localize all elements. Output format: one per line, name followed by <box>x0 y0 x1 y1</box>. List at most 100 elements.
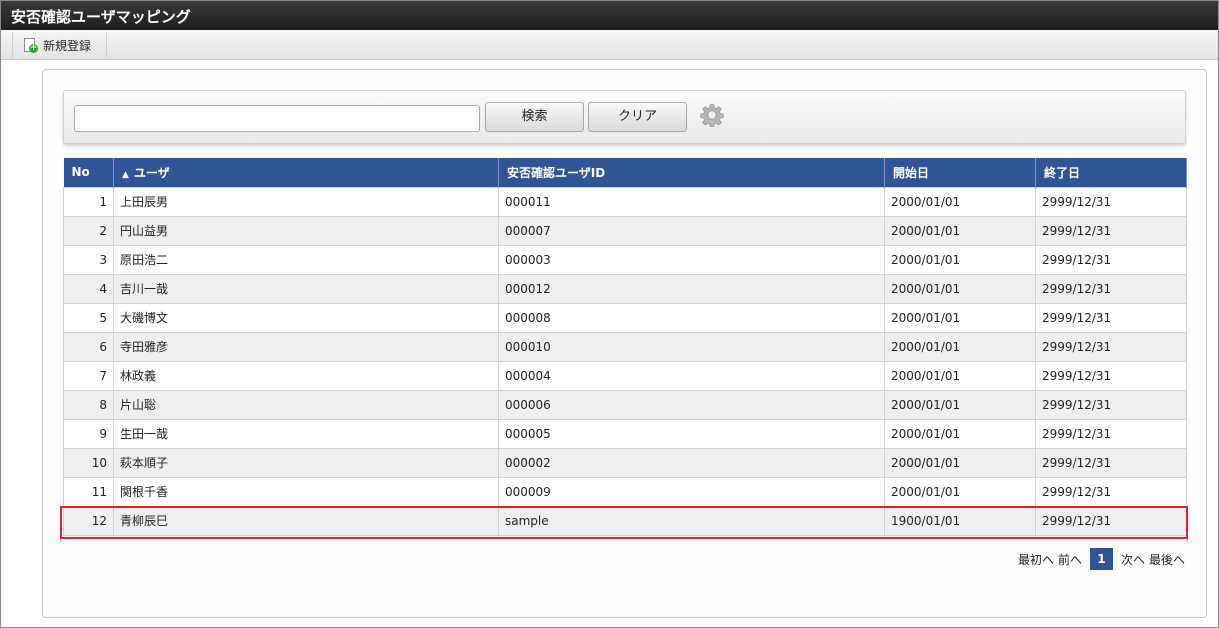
column-header-end-date[interactable]: 終了日 <box>1035 158 1187 187</box>
cell-end-date: 2999/12/31 <box>1035 476 1187 507</box>
cell-anpi-id: 000004 <box>498 360 885 391</box>
cell-start-date: 2000/01/01 <box>884 302 1036 333</box>
cell-start-date: 2000/01/01 <box>884 215 1036 246</box>
search-input[interactable] <box>74 105 480 132</box>
cell-start-date: 2000/01/01 <box>884 244 1036 275</box>
table-row[interactable]: 4 吉川一哉 000012 2000/01/01 2999/12/31 <box>63 273 1187 304</box>
cell-anpi-id: 000003 <box>498 244 885 275</box>
table-row[interactable]: 8 片山聡 000006 2000/01/01 2999/12/31 <box>63 389 1187 420</box>
cell-user[interactable]: 生田一哉 <box>113 418 499 449</box>
search-button[interactable]: 検索 <box>485 102 584 132</box>
cell-no: 11 <box>63 476 114 507</box>
column-header-user[interactable]: ▲ ユーザ <box>113 158 499 187</box>
new-document-icon: + <box>23 37 38 53</box>
cell-user[interactable]: 林政義 <box>113 360 499 391</box>
column-header-no[interactable]: No <box>63 158 114 187</box>
cell-no: 7 <box>63 360 114 391</box>
cell-anpi-id: 000009 <box>498 476 885 507</box>
cell-start-date: 2000/01/01 <box>884 476 1036 507</box>
cell-end-date: 2999/12/31 <box>1035 360 1187 391</box>
cell-anpi-id: 000012 <box>498 273 885 304</box>
cell-anpi-id: 000005 <box>498 418 885 449</box>
cell-user[interactable]: 円山益男 <box>113 215 499 246</box>
user-mapping-table: No ▲ ユーザ 安否確認ユーザID 開始日 終了日 1 上田辰男 000011 … <box>63 158 1187 536</box>
cell-start-date: 2000/01/01 <box>884 389 1036 420</box>
table-row[interactable]: 7 林政義 000004 2000/01/01 2999/12/31 <box>63 360 1187 391</box>
cell-end-date: 2999/12/31 <box>1035 389 1187 420</box>
cell-no: 10 <box>63 447 114 478</box>
cell-end-date: 2999/12/31 <box>1035 418 1187 449</box>
cell-end-date: 2999/12/31 <box>1035 505 1187 536</box>
pager-first-link[interactable]: 最初へ <box>1018 551 1054 568</box>
table-row[interactable]: 10 萩本順子 000002 2000/01/01 2999/12/31 <box>63 447 1187 478</box>
cell-anpi-id: 000008 <box>498 302 885 333</box>
cell-no: 4 <box>63 273 114 304</box>
table-header-row: No ▲ ユーザ 安否確認ユーザID 開始日 終了日 <box>63 158 1187 187</box>
table-row[interactable]: 1 上田辰男 000011 2000/01/01 2999/12/31 <box>63 186 1187 217</box>
column-header-start-date[interactable]: 開始日 <box>884 158 1036 187</box>
cell-user[interactable]: 片山聡 <box>113 389 499 420</box>
cell-user[interactable]: 寺田雅彦 <box>113 331 499 362</box>
cell-user[interactable]: 吉川一哉 <box>113 273 499 304</box>
cell-anpi-id: 000002 <box>498 447 885 478</box>
table-row[interactable]: 3 原田浩二 000003 2000/01/01 2999/12/31 <box>63 244 1187 275</box>
pager-next-link[interactable]: 次へ <box>1121 551 1145 568</box>
cell-user[interactable]: 原田浩二 <box>113 244 499 275</box>
column-header-user-label: ユーザ <box>133 165 170 180</box>
cell-user[interactable]: 大磯博文 <box>113 302 499 333</box>
cell-no: 12 <box>63 505 114 536</box>
pager-last-link[interactable]: 最後へ <box>1149 551 1185 568</box>
sort-ascending-icon: ▲ <box>122 169 129 180</box>
cell-end-date: 2999/12/31 <box>1035 186 1187 217</box>
cell-anpi-id: 000011 <box>498 186 885 217</box>
cell-user[interactable]: 青柳辰巳 <box>113 505 499 536</box>
cell-anpi-id: 000006 <box>498 389 885 420</box>
cell-end-date: 2999/12/31 <box>1035 215 1187 246</box>
pager-prev-link[interactable]: 前へ <box>1058 551 1082 568</box>
cell-no: 5 <box>63 302 114 333</box>
cell-no: 9 <box>63 418 114 449</box>
cell-end-date: 2999/12/31 <box>1035 244 1187 275</box>
cell-end-date: 2999/12/31 <box>1035 302 1187 333</box>
cell-end-date: 2999/12/31 <box>1035 273 1187 304</box>
app-window: 安否確認ユーザマッピング + 新規登録 検索 クリア No ▲ ユーザ 安否確認… <box>0 0 1219 628</box>
search-bar: 検索 クリア <box>63 90 1186 144</box>
cell-user[interactable]: 萩本順子 <box>113 447 499 478</box>
table-row[interactable]: 5 大磯博文 000008 2000/01/01 2999/12/31 <box>63 302 1187 333</box>
cell-start-date: 2000/01/01 <box>884 186 1036 217</box>
main-area: 検索 クリア No ▲ ユーザ 安否確認ユーザID 開始日 終了日 1 上田辰男… <box>1 61 1218 627</box>
cell-end-date: 2999/12/31 <box>1035 447 1187 478</box>
cell-no: 2 <box>63 215 114 246</box>
table-row[interactable]: 11 関根千香 000009 2000/01/01 2999/12/31 <box>63 476 1187 507</box>
cell-no: 8 <box>63 389 114 420</box>
new-register-button[interactable]: + 新規登録 <box>12 32 107 58</box>
cell-no: 6 <box>63 331 114 362</box>
cell-start-date: 2000/01/01 <box>884 273 1036 304</box>
cell-start-date: 2000/01/01 <box>884 360 1036 391</box>
pager-current-page[interactable]: 1 <box>1089 548 1113 570</box>
table-row[interactable]: 12 青柳辰巳 sample 1900/01/01 2999/12/31 <box>63 505 1187 536</box>
toolbar: + 新規登録 <box>1 30 1218 60</box>
gear-icon[interactable] <box>700 103 724 127</box>
cell-anpi-id: 000010 <box>498 331 885 362</box>
cell-start-date: 2000/01/01 <box>884 331 1036 362</box>
cell-start-date: 2000/01/01 <box>884 418 1036 449</box>
cell-start-date: 1900/01/01 <box>884 505 1036 536</box>
cell-anpi-id: sample <box>498 505 885 536</box>
cell-start-date: 2000/01/01 <box>884 447 1036 478</box>
cell-no: 1 <box>63 186 114 217</box>
pagination: 最初へ 前へ 1 次へ 最後へ <box>1018 548 1185 570</box>
cell-end-date: 2999/12/31 <box>1035 331 1187 362</box>
clear-button[interactable]: クリア <box>588 102 687 132</box>
table-row[interactable]: 2 円山益男 000007 2000/01/01 2999/12/31 <box>63 215 1187 246</box>
page-title: 安否確認ユーザマッピング <box>1 1 1218 30</box>
cell-no: 3 <box>63 244 114 275</box>
column-header-anpi-id[interactable]: 安否確認ユーザID <box>498 158 885 187</box>
new-register-label: 新規登録 <box>43 38 92 53</box>
table-row[interactable]: 6 寺田雅彦 000010 2000/01/01 2999/12/31 <box>63 331 1187 362</box>
cell-user[interactable]: 上田辰男 <box>113 186 499 217</box>
table-row[interactable]: 9 生田一哉 000005 2000/01/01 2999/12/31 <box>63 418 1187 449</box>
cell-user[interactable]: 関根千香 <box>113 476 499 507</box>
cell-anpi-id: 000007 <box>498 215 885 246</box>
search-result-panel: 検索 クリア No ▲ ユーザ 安否確認ユーザID 開始日 終了日 1 上田辰男… <box>42 69 1207 618</box>
